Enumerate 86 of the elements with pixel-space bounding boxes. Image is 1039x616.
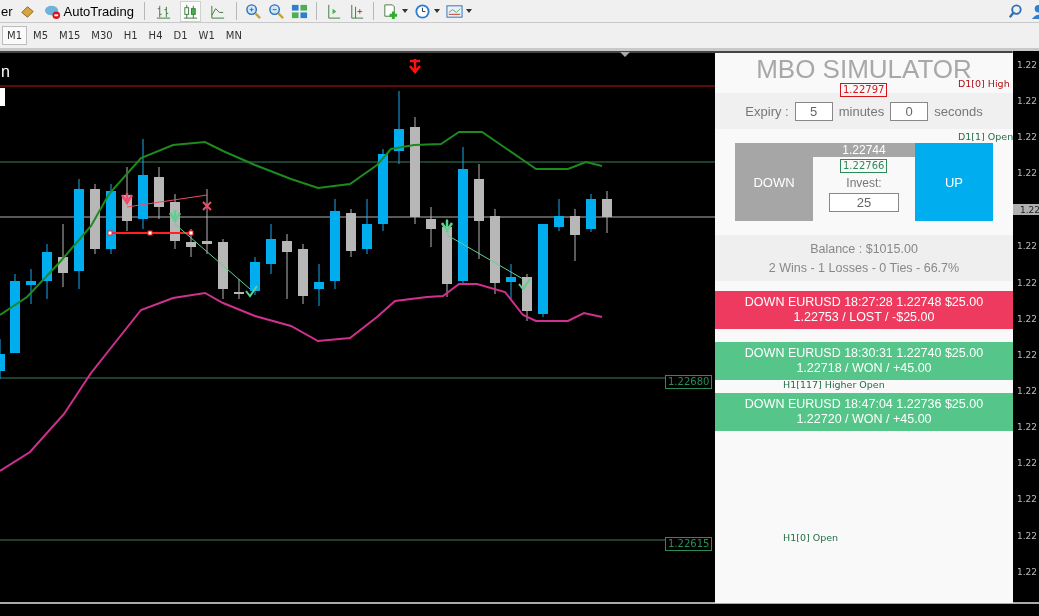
price-axis-label: 1.22 <box>1016 59 1039 72</box>
candle <box>186 228 196 258</box>
price-axis-label: 1.22 <box>1016 457 1039 471</box>
level-label: H1[0] Open <box>783 532 839 544</box>
candle <box>298 243 308 305</box>
seconds-field[interactable]: 0 <box>890 101 929 121</box>
price-level-tag: 1.22766 <box>840 159 888 173</box>
invest-field[interactable]: 25 <box>829 193 899 212</box>
candle <box>586 193 596 233</box>
trade-result-text: 1.22753 / LOST / -$25.00 <box>793 310 935 325</box>
candle <box>234 278 244 300</box>
candle <box>106 183 116 255</box>
down-arrow-icon <box>168 208 182 224</box>
candle <box>266 223 276 275</box>
candle <box>0 338 5 380</box>
price-axis-label: 1.22 <box>1016 348 1039 362</box>
candle <box>58 223 68 288</box>
price-axis-label: 1.22 <box>1016 167 1039 181</box>
trade-result-text: 1.22718 / WON / +45.00 <box>796 361 932 376</box>
timeframe-button[interactable]: M30 <box>86 26 118 45</box>
price-axis-label: 1.22 <box>1016 385 1039 398</box>
symbol-text: n <box>1 64 10 80</box>
down-arrow-icon <box>408 57 422 74</box>
price-axis-label: 1.22 <box>1016 131 1039 145</box>
candle <box>282 233 292 300</box>
toolbar-text: er <box>1 3 13 19</box>
price-axis-label: 1.22 <box>1016 95 1039 109</box>
price-axis-label: 1.22 <box>1016 421 1039 435</box>
price-axis-label: 1.22 <box>1013 203 1039 216</box>
timeframe-button[interactable]: H4 <box>143 26 168 45</box>
timeframe-button[interactable]: M5 <box>28 26 53 45</box>
balance-text: Balance : $1015.00 <box>810 241 918 256</box>
candle <box>522 273 532 322</box>
invest-label: Invest: <box>846 176 882 190</box>
checkmark-icon <box>518 278 531 291</box>
candle <box>26 268 36 305</box>
price-axis-label: 1.22 <box>1016 276 1039 290</box>
timeframe-button[interactable]: H1 <box>118 26 143 45</box>
zoom-out-icon[interactable] <box>267 2 285 20</box>
candle <box>42 243 52 300</box>
candle <box>554 198 564 232</box>
expiry-label: Expiry : <box>745 103 789 119</box>
price-axis-label: 1.22 <box>1016 529 1039 543</box>
timeframe-button[interactable]: M15 <box>54 26 86 45</box>
price-level-tag: 1.22615 <box>665 537 713 551</box>
cross-icon <box>202 201 212 211</box>
timeframe-button[interactable]: W1 <box>193 26 220 45</box>
price-axis-label: 1.22 <box>1016 493 1039 507</box>
clock-icon[interactable] <box>413 2 431 20</box>
trendline-drawing[interactable] <box>107 230 194 236</box>
autotrading-button[interactable]: AutoTrading <box>41 2 136 20</box>
down-arrow-icon <box>440 218 454 234</box>
candle <box>218 238 228 300</box>
timeframe-button[interactable]: M1 <box>2 26 27 45</box>
minutes-label: minutes <box>838 103 885 119</box>
down-arrow-icon <box>120 191 134 206</box>
level-label: H1[117] Higher Open <box>783 379 885 391</box>
candle <box>250 256 260 296</box>
tile-windows-icon[interactable] <box>290 2 308 20</box>
level-label: D1[1] Open <box>958 131 1014 143</box>
timeframe-button[interactable]: D1 <box>168 26 193 45</box>
candlestick-button[interactable] <box>179 0 201 22</box>
checkmark-icon <box>245 285 258 298</box>
stats-text: 2 Wins - 1 Losses - 0 Ties - 66.7% <box>768 260 960 275</box>
trade-result-text: 1.22720 / WON / +45.00 <box>796 412 932 427</box>
minutes-field[interactable]: 5 <box>794 101 833 121</box>
price-level-tag: 1.22680 <box>665 375 713 389</box>
trade-text: DOWN EURUSD 18:30:31 1.22740 $25.00 <box>744 346 984 361</box>
candle <box>362 198 372 255</box>
seconds-label: seconds <box>934 103 983 119</box>
price-level-tag: 1.22797 <box>840 83 888 97</box>
trade-text: DOWN EURUSD 18:27:28 1.22748 $25.00 <box>744 295 984 310</box>
caret-icon[interactable] <box>401 9 408 13</box>
caret-icon[interactable] <box>433 9 440 13</box>
candle <box>506 263 516 300</box>
zoom-in-icon[interactable] <box>244 2 262 20</box>
price-axis-label: 1.22 <box>1016 312 1039 326</box>
price-axis-label: 1.22 <box>1016 240 1039 254</box>
candlestick-icon <box>181 2 199 20</box>
caret-icon[interactable] <box>465 9 472 13</box>
timeframe-button[interactable]: MN <box>220 26 247 45</box>
price-axis-label: 1.22 <box>1016 565 1039 579</box>
current-price: 1.22744 <box>813 143 915 157</box>
candle <box>314 263 324 307</box>
search-icon[interactable] <box>1007 2 1024 20</box>
trade-text: DOWN EURUSD 18:47:04 1.22736 $25.00 <box>744 397 984 412</box>
